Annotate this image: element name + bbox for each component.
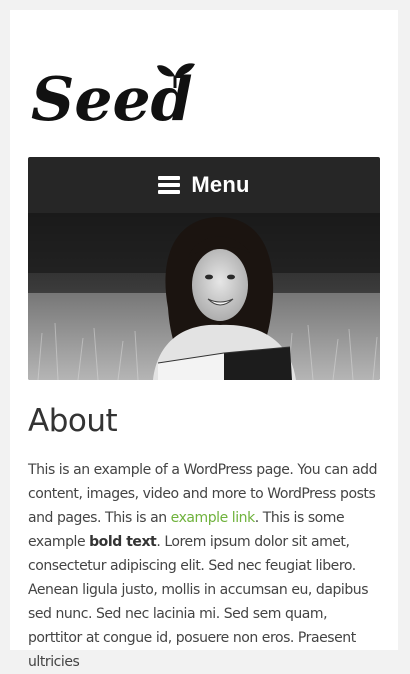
menu-toggle-button[interactable]: Menu [28,157,380,213]
seed-logo-mark: Seed [31,63,195,135]
site-logo[interactable]: Seed [29,58,199,138]
hamburger-icon [158,176,181,194]
example-link[interactable]: example link [171,510,256,526]
hero-image [28,213,380,380]
menu-label: Menu [191,172,250,197]
bold-text: bold text [89,534,157,550]
page-title: About [28,403,118,439]
body-text-part-3: . Lorem ipsum dolor sit amet, consectetu… [28,534,369,670]
page-container: Seed Menu About This is an example of a … [10,10,398,670]
page-body-text: This is an example of a WordPress page. … [28,458,384,674]
